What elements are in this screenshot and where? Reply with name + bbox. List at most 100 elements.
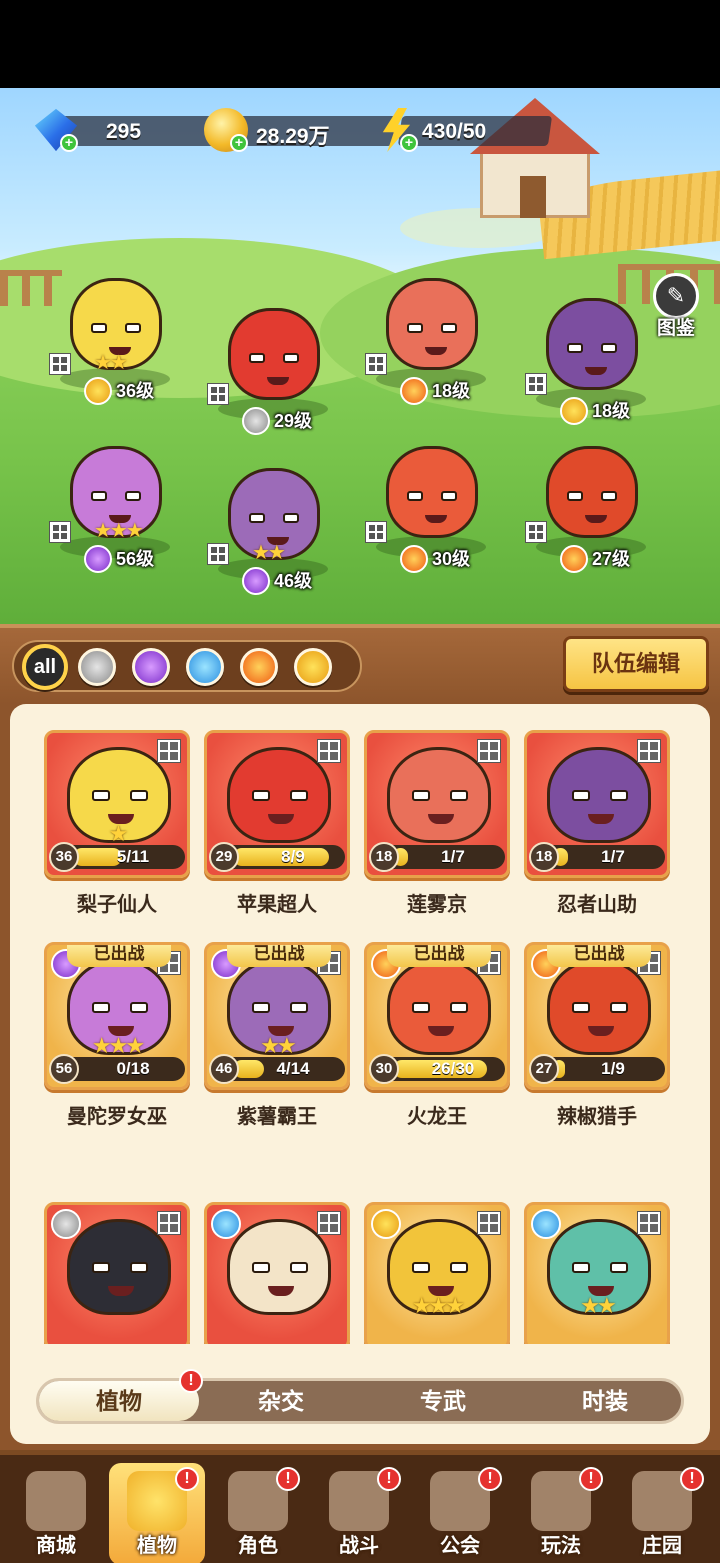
formation-grid-icon: [157, 1211, 181, 1235]
plant-name: 紫薯霸王: [237, 1106, 317, 1128]
steel-element-icon: [51, 1209, 81, 1239]
deployed-badge: 已出战: [67, 945, 171, 967]
tab-1[interactable]: 杂交: [201, 1381, 361, 1421]
filter-thunder-icon[interactable]: [294, 648, 332, 686]
bottom-nav: 商城 植物! 角色! 战斗! 公会! 玩法! 庄园!: [0, 1450, 720, 1563]
plant-name: 曼陀罗女巫: [67, 1106, 167, 1128]
add-gems-icon[interactable]: +: [60, 134, 78, 152]
formation-grid-icon: [637, 1211, 661, 1235]
fire-element-icon: [400, 377, 428, 405]
alert-badge: !: [680, 1467, 704, 1491]
nav-item[interactable]: 植物!: [109, 1463, 205, 1563]
hero-level: 18级: [560, 396, 630, 426]
nav-label: 商城: [36, 1535, 76, 1557]
alert-badge: !: [179, 1369, 203, 1393]
card-level: 18: [369, 842, 399, 872]
hero-level-text: 56级: [116, 549, 155, 569]
hero-level-text: 29级: [274, 411, 313, 431]
fragment-progress: 29 8/9: [209, 842, 345, 872]
fragment-progress: 46 4/14: [209, 1054, 345, 1084]
card-level: 36: [49, 842, 79, 872]
plant-name: 辣椒猎手: [557, 1106, 637, 1128]
panel-header: all 队伍编辑: [0, 624, 720, 704]
card-level: 29: [209, 842, 239, 872]
fragment-progress: 30 26/30: [369, 1054, 505, 1084]
hero-level: 36级: [84, 376, 154, 406]
formation-grid-icon: [366, 354, 386, 374]
formation-grid-icon: [526, 374, 546, 394]
nav-item[interactable]: 商城: [8, 1463, 104, 1563]
add-energy-icon[interactable]: +: [400, 134, 418, 152]
fragment-progress: 18 1/7: [369, 842, 505, 872]
plant-card[interactable]: 29 8/9: [204, 730, 350, 878]
nav-label: 战斗: [339, 1535, 379, 1557]
hero-level: 29级: [242, 406, 312, 436]
plant-name: 梨子仙人: [77, 894, 157, 916]
tab-2[interactable]: 专武: [363, 1381, 523, 1421]
nav-item[interactable]: 角色!: [210, 1463, 306, 1563]
plant-card[interactable]: [44, 1202, 190, 1344]
formation-grid-icon: [526, 522, 546, 542]
nav-label: 公会: [440, 1535, 480, 1557]
fragment-count: 1/7: [601, 847, 625, 866]
energy-value: 430/50: [422, 120, 487, 143]
team-hero[interactable]: ★★★ 56级: [40, 426, 190, 576]
filter-poison-icon[interactable]: [132, 648, 170, 686]
team-hero[interactable]: ★★ 36级: [40, 258, 190, 408]
plant-portrait: [227, 747, 331, 843]
nav-item[interactable]: 战斗!: [311, 1463, 407, 1563]
plant-card[interactable]: ★ 36 5/11: [44, 730, 190, 878]
filter-steel-icon[interactable]: [78, 648, 116, 686]
nav-item[interactable]: 公会!: [412, 1463, 508, 1563]
plant-card[interactable]: ★★ 已出战 46 4/14: [204, 942, 350, 1090]
hero-level: 30级: [400, 544, 470, 574]
filter-water-icon[interactable]: [186, 648, 224, 686]
filter-all-button[interactable]: all: [22, 644, 68, 690]
card-level: 56: [49, 1054, 79, 1084]
team-hero[interactable]: 29级: [198, 288, 348, 438]
plant-portrait: [387, 959, 491, 1055]
plant-card[interactable]: ★★: [524, 1202, 670, 1344]
fire-element-icon: [400, 545, 428, 573]
fragment-count: 26/30: [431, 1059, 475, 1078]
plant-card[interactable]: 已出战 27 1/9: [524, 942, 670, 1090]
tab-3[interactable]: 时装: [525, 1381, 685, 1421]
nav-label: 植物: [137, 1535, 177, 1557]
formation-grid-icon: [317, 739, 341, 763]
deployed-badge: 已出战: [227, 945, 331, 967]
alert-badge: !: [276, 1467, 300, 1491]
formation-grid-icon: [637, 739, 661, 763]
team-hero[interactable]: 18级: [516, 278, 666, 428]
plant-card[interactable]: ★★★ 已出战 56 0/18: [44, 942, 190, 1090]
hero-stars: ★★★: [94, 520, 144, 542]
plant-card[interactable]: 18 1/7: [364, 730, 510, 878]
water-element-icon: [531, 1209, 561, 1239]
team-hero[interactable]: 30级: [356, 426, 506, 576]
plant-card[interactable]: 18 1/7: [524, 730, 670, 878]
fragment-count: 5/11: [116, 847, 150, 866]
poison-element-icon: [84, 545, 112, 573]
filter-fire-icon[interactable]: [240, 648, 278, 686]
team-hero[interactable]: 18级: [356, 258, 506, 408]
team-edit-button[interactable]: 队伍编辑: [563, 636, 709, 692]
plant-card[interactable]: [204, 1202, 350, 1344]
formation-grid-icon: [50, 354, 70, 374]
plant-name: 莲雾京: [407, 894, 467, 916]
plant-card[interactable]: ★★★: [364, 1202, 510, 1344]
plant-card-grid[interactable]: ★ 36 5/11 梨子仙人 29 8/9 苹果超人 18 1/7 莲雾京 18 1/7 忍者山助 ★★★…: [10, 704, 710, 1344]
formation-grid-icon: [208, 544, 228, 564]
fragment-progress: 27 1/9: [529, 1054, 665, 1084]
hero-level: 18级: [400, 376, 470, 406]
team-hero[interactable]: ★★ 46级: [198, 448, 348, 598]
card-area: ★ 36 5/11 梨子仙人 29 8/9 苹果超人 18 1/7 莲雾京 18 1/7 忍者山助 ★★★…: [0, 704, 720, 1450]
nav-item[interactable]: 庄园!: [614, 1463, 710, 1563]
team-hero[interactable]: 27级: [516, 426, 666, 576]
plant-card[interactable]: 已出战 30 26/30: [364, 942, 510, 1090]
fragment-count: 1/9: [601, 1059, 625, 1078]
tab-0[interactable]: 植物: [39, 1381, 199, 1421]
alert-badge: !: [377, 1467, 401, 1491]
add-coins-icon[interactable]: +: [230, 134, 248, 152]
gem-value: 295: [106, 120, 142, 143]
hero-sprite: [386, 446, 478, 538]
nav-item[interactable]: 玩法!: [513, 1463, 609, 1563]
